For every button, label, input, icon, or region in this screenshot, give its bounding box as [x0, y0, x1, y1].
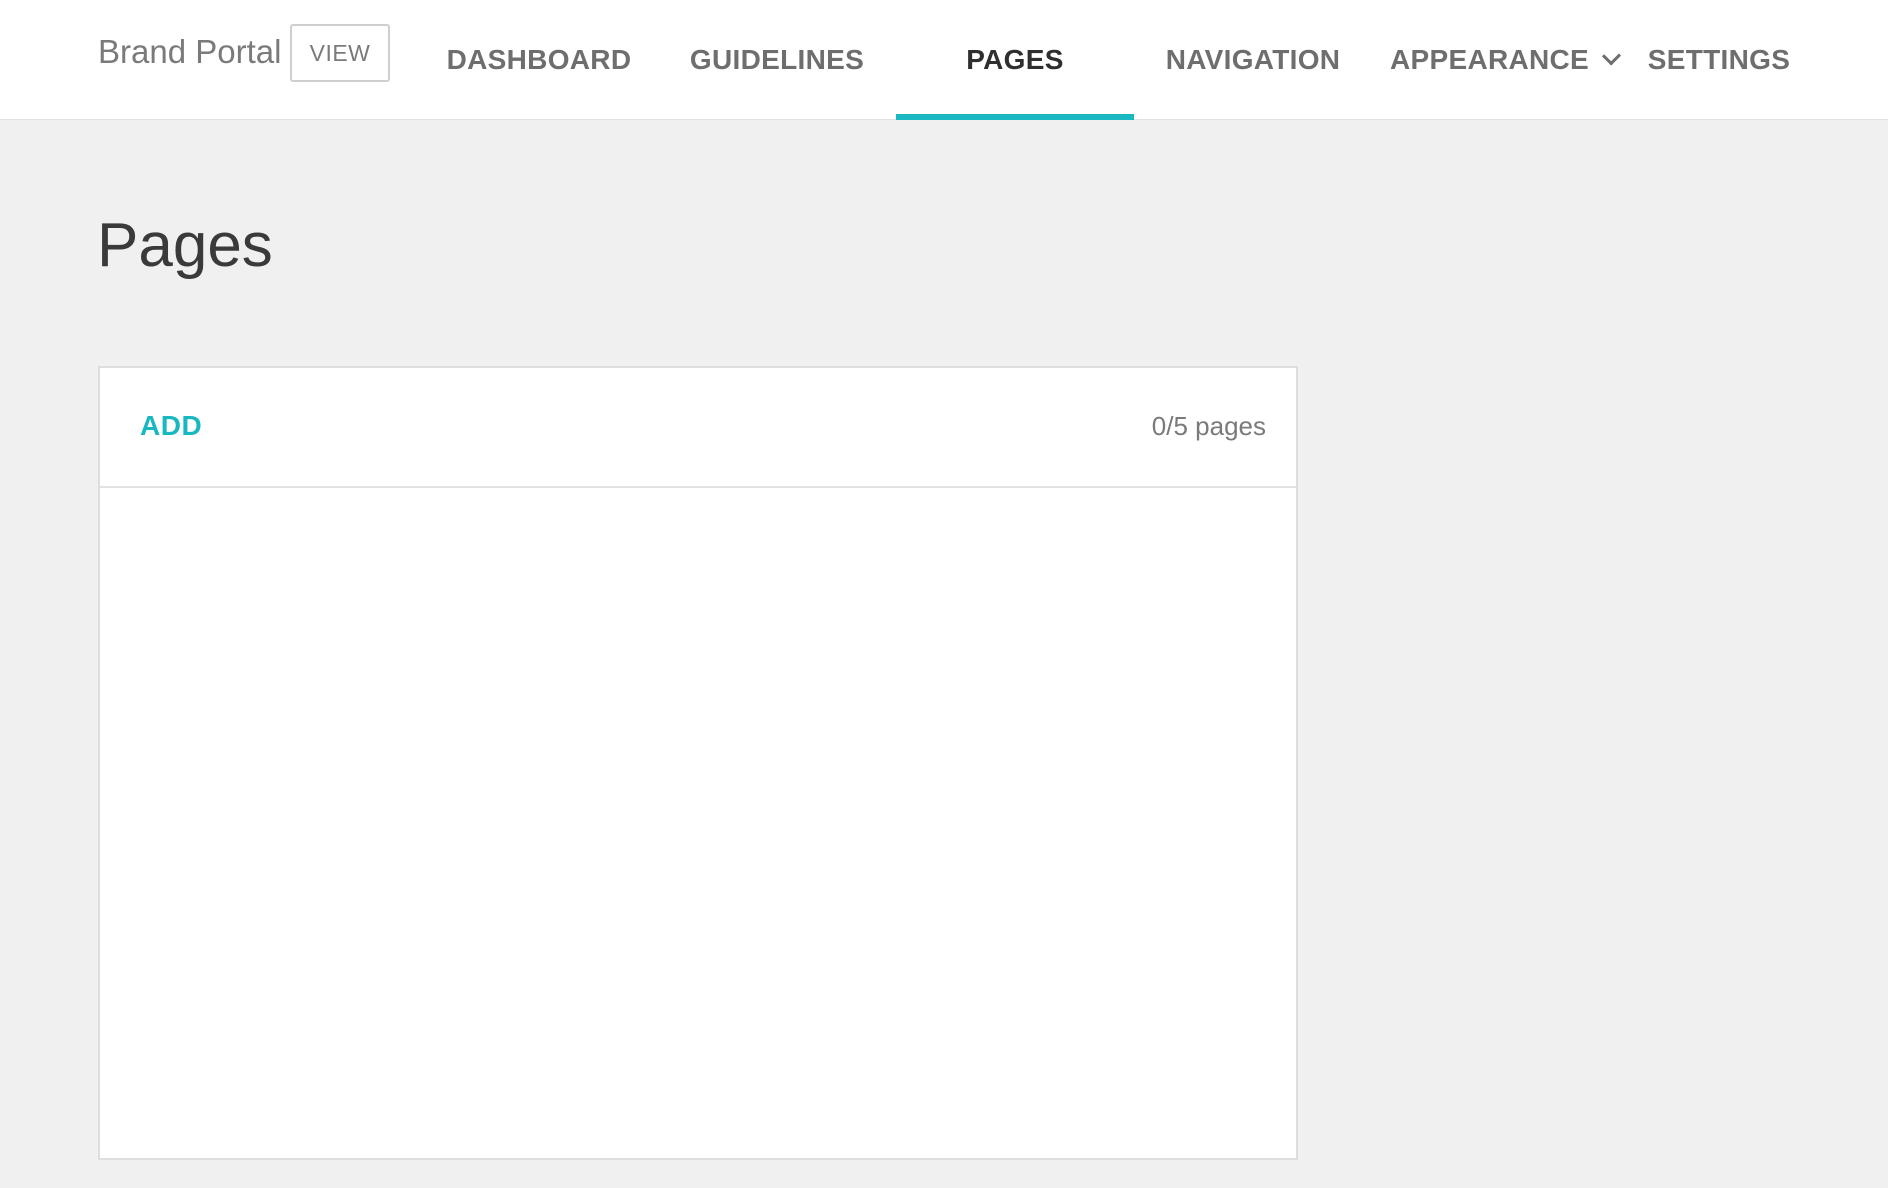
top-navigation-bar: Brand Portal VIEW DASHBOARD GUIDELINES P…: [0, 0, 1888, 120]
nav-tab-label: SETTINGS: [1647, 44, 1791, 75]
panel-header: ADD 0/5 pages: [100, 368, 1296, 488]
nav-tab-settings[interactable]: SETTINGS: [1640, 0, 1798, 120]
add-page-button[interactable]: ADD: [140, 406, 202, 446]
page-count: 0/5 pages: [1151, 411, 1266, 441]
nav-tab-label: DASHBOARD: [446, 44, 632, 75]
chevron-down-icon: [1601, 46, 1622, 66]
nav-tab-label: NAVIGATION: [1165, 44, 1341, 75]
nav-tab-dashboard[interactable]: DASHBOARD: [430, 0, 648, 120]
nav-tab-guidelines[interactable]: GUIDELINES: [668, 0, 886, 120]
pages-panel: ADD 0/5 pages: [98, 366, 1298, 1160]
brand-title: Brand Portal: [98, 33, 282, 70]
nav-tab-label: GUIDELINES: [689, 44, 865, 75]
page-title: Pages: [97, 211, 273, 280]
nav-tab-pages[interactable]: PAGES: [896, 0, 1134, 120]
nav-tab-label: PAGES: [966, 44, 1064, 75]
nav-tab-label: APPEARANCE: [1390, 44, 1590, 75]
nav-tab-navigation[interactable]: NAVIGATION: [1153, 0, 1353, 120]
view-button[interactable]: VIEW: [290, 24, 390, 82]
nav-tab-appearance[interactable]: APPEARANCE: [1390, 0, 1622, 120]
